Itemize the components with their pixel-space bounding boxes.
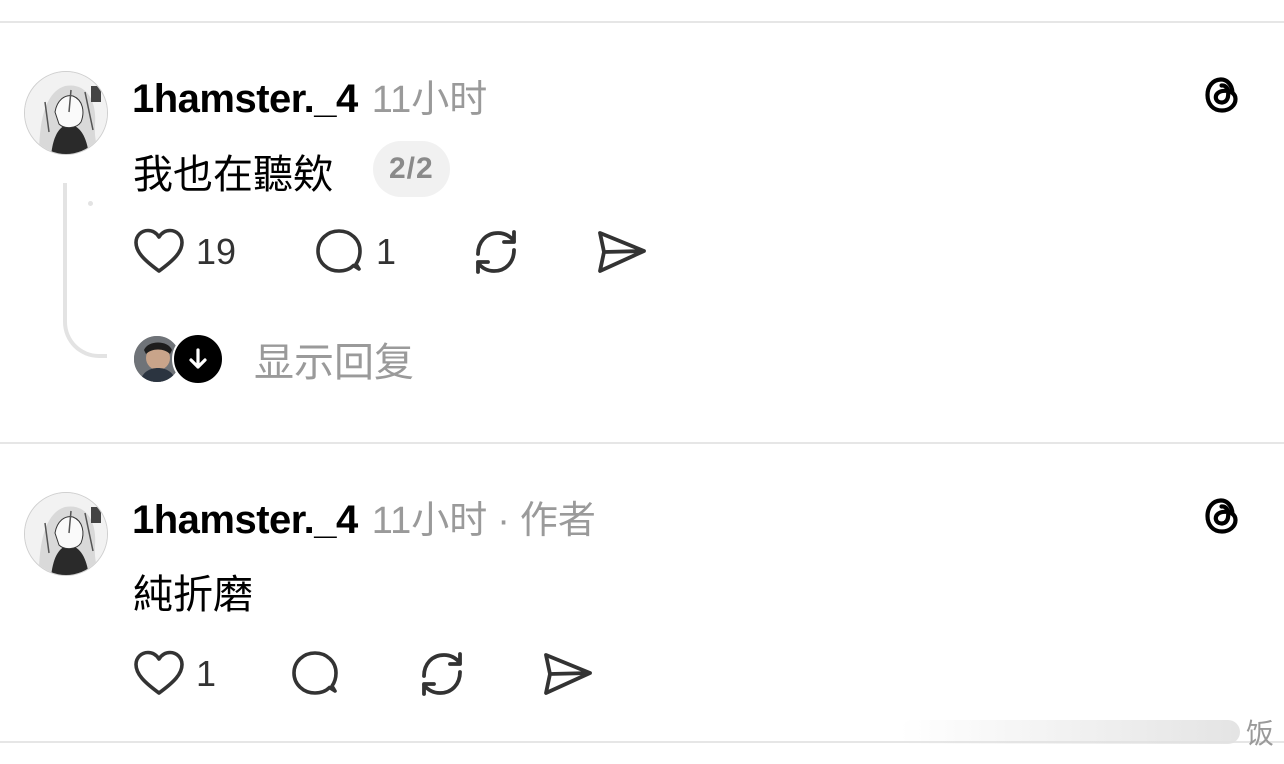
show-replies-row[interactable]: 显示回复: [132, 333, 414, 385]
user-avatar[interactable]: [24, 492, 108, 576]
heart-icon: [132, 647, 186, 701]
like-button[interactable]: 19: [132, 222, 236, 282]
show-replies-label[interactable]: 显示回复: [254, 330, 414, 388]
threads-logo-icon[interactable]: [1198, 491, 1246, 539]
threads-logo-icon[interactable]: [1198, 70, 1246, 118]
meta-separator: ·: [497, 500, 510, 542]
share-button[interactable]: [594, 222, 650, 282]
send-icon: [594, 224, 650, 280]
post-time: 11小时: [371, 79, 488, 121]
like-count: 1: [196, 653, 217, 694]
repost-button[interactable]: [468, 222, 524, 282]
watermark-bar: [899, 720, 1240, 744]
heart-icon: [132, 225, 186, 279]
like-button[interactable]: 1: [132, 644, 216, 704]
arrow-down-icon: [172, 333, 224, 385]
post-text: 純折磨: [133, 573, 253, 617]
comment-count: 1: [376, 231, 397, 272]
watermark-text: 饭: [1245, 718, 1274, 749]
send-icon: [540, 646, 596, 702]
comment-bubble-icon: [312, 225, 366, 279]
thread-dot: [88, 201, 93, 206]
comment-button[interactable]: [288, 644, 342, 704]
username[interactable]: 1hamster._4: [132, 498, 358, 543]
share-button[interactable]: [540, 644, 596, 704]
like-count: 19: [196, 231, 237, 272]
post-header: 1hamster._4 11小时: [132, 68, 487, 121]
post-time: 11小时: [371, 500, 488, 542]
post-divider: [0, 442, 1284, 444]
page-indicator: 2/2: [373, 141, 450, 197]
repost-icon: [468, 224, 524, 280]
post-header: 1hamster._4 11小时 · 作者: [132, 489, 596, 542]
user-avatar[interactable]: [24, 71, 108, 155]
top-divider: [0, 21, 1284, 23]
author-tag: 作者: [519, 500, 596, 542]
username[interactable]: 1hamster._4: [132, 77, 358, 122]
thread-connector: [63, 183, 107, 358]
repost-button[interactable]: [414, 644, 470, 704]
comment-bubble-icon: [288, 647, 342, 701]
post-text: 我也在聽欸: [133, 153, 333, 197]
watermark: 饭: [864, 712, 1274, 752]
repost-icon: [414, 646, 470, 702]
comment-button[interactable]: 1: [312, 222, 396, 282]
